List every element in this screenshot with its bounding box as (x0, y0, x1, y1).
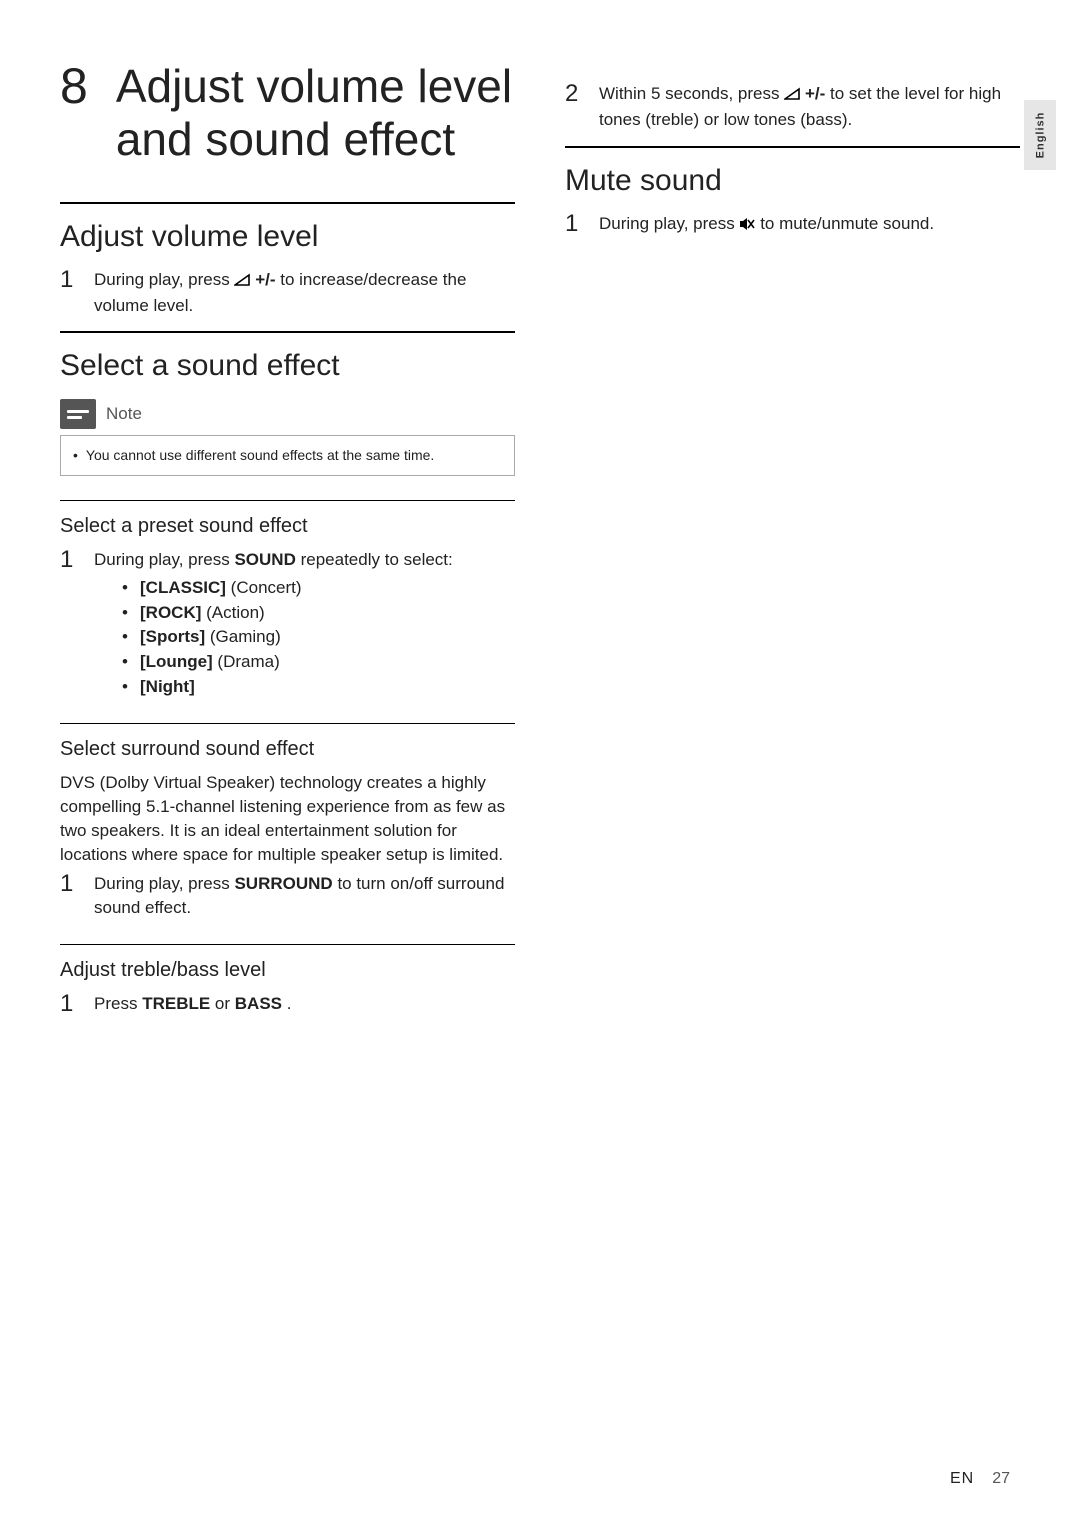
step-number: 1 (60, 872, 78, 896)
volume-icon (234, 270, 250, 294)
bullet-icon: • (73, 446, 78, 465)
step-number: 1 (60, 992, 78, 1016)
step-body: During play, press to mute/unmute sound. (599, 212, 1020, 238)
footer-language: EN (950, 1470, 974, 1488)
option-code: [CLASSIC] (140, 578, 226, 597)
note-text: You cannot use different sound effects a… (86, 446, 434, 465)
surround-para: DVS (Dolby Virtual Speaker) technology c… (60, 771, 515, 866)
divider (60, 202, 515, 204)
chapter-heading: 8 Adjust volume level and sound effect (60, 60, 515, 166)
option-code: [Lounge] (140, 652, 213, 671)
option-code: [Sports] (140, 627, 205, 646)
text: During play, press (94, 874, 234, 893)
key-label: +/- (255, 270, 275, 289)
footer-page-number: 27 (992, 1470, 1010, 1488)
step-number: 1 (60, 268, 78, 292)
divider (565, 146, 1020, 148)
section-mute: Mute sound (565, 164, 1020, 198)
list-item: [CLASSIC] (Concert) (122, 576, 515, 601)
divider (60, 500, 515, 501)
key-label: TREBLE (142, 994, 210, 1013)
step: 1 During play, press SURROUND to turn on… (60, 872, 515, 920)
text: Press (94, 994, 142, 1013)
option-desc: (Action) (201, 603, 264, 622)
language-tab: English (1024, 100, 1056, 170)
note-box: Note • You cannot use different sound ef… (60, 399, 515, 476)
text: During play, press (599, 214, 739, 233)
text: Within 5 seconds, press (599, 84, 784, 103)
step-body: During play, press SURROUND to turn on/o… (94, 872, 515, 920)
step-body: During play, press +/- to increase/decre… (94, 268, 515, 318)
option-desc: (Concert) (226, 578, 302, 597)
step-number: 2 (565, 82, 583, 106)
step-number: 1 (565, 212, 583, 236)
option-desc: (Drama) (213, 652, 280, 671)
option-desc: (Gaming) (205, 627, 281, 646)
right-column: 2 Within 5 seconds, press +/- to set the… (565, 60, 1020, 1026)
option-code: [Night] (140, 677, 195, 696)
section-select-effect: Select a sound effect (60, 349, 515, 383)
list-item: [Sports] (Gaming) (122, 625, 515, 650)
text: to mute/unmute sound. (760, 214, 934, 233)
text: or (215, 994, 235, 1013)
note-body: • You cannot use different sound effects… (60, 435, 515, 476)
step-body: Within 5 seconds, press +/- to set the l… (599, 82, 1020, 132)
text: repeatedly to select: (301, 550, 453, 569)
step: 1 During play, press SOUND repeatedly to… (60, 548, 515, 699)
list-item: [ROCK] (Action) (122, 601, 515, 626)
text: . (287, 994, 292, 1013)
chapter-title: Adjust volume level and sound effect (116, 60, 515, 166)
key-label: SOUND (234, 550, 295, 569)
step-number: 1 (60, 548, 78, 572)
step: 1 During play, press to mute/unmute soun… (565, 212, 1020, 238)
manual-page: English 8 Adjust volume level and sound … (0, 0, 1080, 1528)
divider (60, 944, 515, 945)
volume-icon (784, 84, 800, 108)
key-label: +/- (805, 84, 825, 103)
section-adjust-volume: Adjust volume level (60, 220, 515, 254)
divider (60, 331, 515, 333)
chapter-number: 8 (60, 60, 88, 113)
text: During play, press (94, 270, 234, 289)
step: 2 Within 5 seconds, press +/- to set the… (565, 82, 1020, 132)
list-item: [Lounge] (Drama) (122, 650, 515, 675)
two-column-layout: 8 Adjust volume level and sound effect A… (60, 60, 1020, 1026)
divider (60, 723, 515, 724)
note-icon (60, 399, 96, 429)
note-header: Note (60, 399, 515, 429)
step-body: Press TREBLE or BASS . (94, 992, 515, 1016)
subsection-treble-bass: Adjust treble/bass level (60, 959, 515, 982)
subsection-preset: Select a preset sound effect (60, 515, 515, 538)
step: 1 Press TREBLE or BASS . (60, 992, 515, 1016)
mute-icon (739, 214, 755, 238)
step: 1 During play, press +/- to increase/dec… (60, 268, 515, 318)
key-label: BASS (235, 994, 282, 1013)
subsection-surround: Select surround sound effect (60, 738, 515, 761)
key-label: SURROUND (234, 874, 332, 893)
list-item: [Night] (122, 675, 515, 700)
option-code: [ROCK] (140, 603, 201, 622)
page-footer: EN 27 (950, 1470, 1010, 1488)
language-tab-label: English (1034, 112, 1046, 159)
note-label: Note (106, 404, 142, 424)
step-body: During play, press SOUND repeatedly to s… (94, 548, 515, 699)
preset-list: [CLASSIC] (Concert) [ROCK] (Action) [Spo… (122, 576, 515, 699)
left-column: 8 Adjust volume level and sound effect A… (60, 60, 515, 1026)
text: During play, press (94, 550, 234, 569)
